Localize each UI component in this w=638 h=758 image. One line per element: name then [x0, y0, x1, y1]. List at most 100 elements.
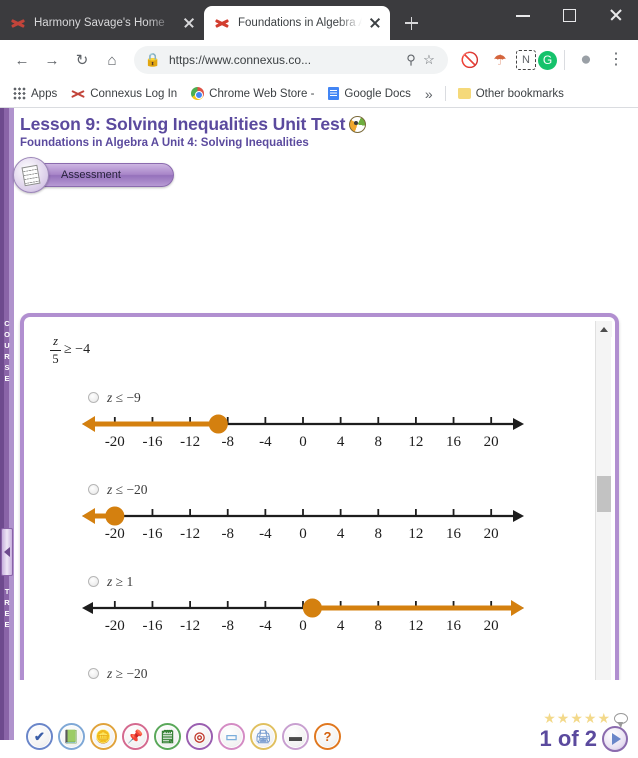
tick-label: 12: [408, 617, 424, 634]
tick-label: 20: [483, 433, 499, 450]
browser-tab-1[interactable]: Harmony Savage's Home: [0, 6, 204, 40]
number-line: -20 -16 -12 -8 -4 0 4 8 12 16 20: [78, 590, 548, 648]
bookmark-label: Other bookmarks: [475, 87, 564, 100]
document-icon: [13, 157, 49, 193]
answer-option[interactable]: z ≥ 1 -20 -16 -12 -8 -4 0 4 8 12 16 20: [50, 574, 595, 648]
tick-label: -16: [142, 525, 163, 542]
tick-label: -4: [259, 617, 272, 634]
grammarly-icon[interactable]: G: [538, 50, 557, 70]
chrome-icon: [191, 87, 205, 100]
bookmark-chrome-web-store[interactable]: Chrome Web Store -: [186, 85, 319, 102]
help-icon[interactable]: ?: [314, 723, 341, 750]
scroll-up-button[interactable]: [596, 321, 612, 337]
close-icon[interactable]: [180, 14, 198, 32]
number-line-tick-labels: -20 -16 -12 -8 -4 0 4 8 12 16 20: [78, 434, 548, 458]
toolbar-divider: [564, 50, 565, 70]
radio-button[interactable]: [88, 576, 99, 588]
answer-option-header[interactable]: z ≤ −20: [50, 482, 595, 498]
forward-arrow-icon[interactable]: →: [38, 46, 66, 74]
tick-label: -12: [180, 433, 201, 450]
bookmark-google-docs[interactable]: Google Docs: [323, 85, 415, 102]
assessment-button[interactable]: Assessment: [13, 157, 174, 193]
number-line: -20 -16 -12 -8 -4 0 4 8 12 16 20: [78, 498, 548, 556]
tick-label: -20: [104, 525, 125, 542]
question-scroll-area[interactable]: z 5 ≥ −4 z ≤ −9 -20 -16 -12 -8 -4 0 4 8 12 16 20 z ≤…: [28, 321, 595, 738]
radio-button[interactable]: [88, 668, 99, 680]
vertical-scroll-thumb[interactable]: [597, 476, 611, 512]
address-bar[interactable]: 🔒 https://www.connexus.co... ⚲ ☆: [134, 46, 448, 74]
lesson-title-text: Lesson 9: Solving Inequalities Unit Test: [20, 114, 346, 134]
rating-stars[interactable]: ★ ★ ★ ★ ★: [540, 711, 628, 728]
star-icon[interactable]: ★: [597, 711, 610, 725]
coins-icon[interactable]: 🪙: [90, 723, 117, 750]
fraction: z 5: [50, 334, 61, 366]
bookmark-other-bookmarks[interactable]: Other bookmarks: [453, 86, 569, 102]
pager-area: ★ ★ ★ ★ ★ 1 of 2: [540, 711, 628, 752]
answer-option[interactable]: z ≤ −20 -20 -16 -12 -8 -4 0 4 8 12 16 20: [50, 482, 595, 556]
page-indicator-row: 1 of 2: [540, 726, 628, 752]
minimize-button[interactable]: [500, 0, 546, 30]
bookmark-label: Chrome Web Store -: [209, 87, 315, 100]
course-tree-rail[interactable]: COURSE TREE: [0, 108, 14, 738]
star-icon[interactable]: ★: [543, 711, 556, 725]
notes-icon[interactable]: 🗒: [154, 723, 181, 750]
course-tree-label-top: COURSE: [4, 319, 10, 383]
close-icon[interactable]: [366, 14, 384, 32]
tick-label: -20: [104, 433, 125, 450]
vertical-scrollbar[interactable]: [595, 321, 612, 738]
reload-icon[interactable]: ↻: [68, 46, 96, 74]
back-arrow-icon[interactable]: ←: [8, 46, 36, 74]
avatar-icon[interactable]: ●: [572, 46, 600, 74]
collapse-arrow-icon[interactable]: [1, 528, 13, 576]
notability-icon[interactable]: N: [516, 50, 536, 70]
tick-label: 0: [299, 525, 307, 542]
pushpin-icon[interactable]: 📌: [122, 723, 149, 750]
speech-bubble-icon[interactable]: [614, 712, 628, 728]
star-outline-icon[interactable]: ☆: [420, 51, 438, 69]
number-line-tick-labels: -20 -16 -12 -8 -4 0 4 8 12 16 20: [78, 618, 548, 642]
printer-icon[interactable]: 🖨: [250, 723, 277, 750]
chrome-extension-icon[interactable]: ☂: [486, 46, 514, 74]
scanner-icon[interactable]: ▬: [282, 723, 309, 750]
answer-option-label: z ≤ −20: [107, 481, 148, 497]
maximize-button[interactable]: [546, 0, 592, 30]
bookmarks-overflow-button[interactable]: »: [420, 86, 438, 102]
connexus-x-icon: [71, 87, 85, 101]
key-icon[interactable]: ⚲: [402, 51, 420, 69]
target-icon[interactable]: ◎: [186, 723, 213, 750]
bookmark-apps[interactable]: Apps: [8, 85, 62, 102]
notebook-icon[interactable]: 📗: [58, 723, 85, 750]
answer-option-header[interactable]: z ≤ −9: [50, 390, 595, 406]
window-controls: [500, 0, 638, 30]
block-icon[interactable]: 🚫: [456, 46, 484, 74]
answer-option-header[interactable]: z ≥ 1: [50, 574, 595, 590]
checkmark-icon[interactable]: ✔: [26, 723, 53, 750]
bottom-rail: [0, 680, 14, 740]
radio-button[interactable]: [88, 392, 99, 404]
question-frame: z 5 ≥ −4 z ≤ −9 -20 -16 -12 -8 -4 0 4 8 12 16 20 z ≤…: [20, 313, 619, 738]
browser-tab-2[interactable]: Foundations in Algebra A:: [204, 6, 390, 40]
tick-label: 20: [483, 617, 499, 634]
home-icon[interactable]: ⌂: [98, 46, 126, 74]
connexus-page: COURSE TREE Lesson 9: Solving Inequaliti…: [0, 108, 638, 738]
next-arrow-icon[interactable]: [602, 726, 628, 752]
tick-label: 4: [336, 433, 345, 450]
tick-label: 16: [446, 433, 462, 450]
new-tab-button[interactable]: [397, 9, 425, 37]
star-icon[interactable]: ★: [584, 711, 597, 725]
answer-option[interactable]: z ≤ −9 -20 -16 -12 -8 -4 0 4 8 12 16 20: [50, 390, 595, 464]
browser-toolbar: ← → ↻ ⌂ 🔒 https://www.connexus.co... ⚲ ☆…: [0, 40, 638, 80]
three-dot-menu-icon[interactable]: ⋮: [602, 46, 630, 74]
monitor-icon[interactable]: ▭: [218, 723, 245, 750]
star-icon[interactable]: ★: [570, 711, 583, 725]
folder-icon: [457, 88, 471, 99]
tick-label: 8: [374, 525, 383, 542]
tick-label: -8: [221, 433, 234, 450]
star-icon[interactable]: ★: [557, 711, 570, 725]
tab-title: Harmony Savage's Home: [34, 17, 165, 29]
bookmark-connexus-login[interactable]: Connexus Log In: [66, 85, 182, 103]
radio-button[interactable]: [88, 484, 99, 496]
bookmark-label: Google Docs: [344, 87, 411, 100]
window-close-button[interactable]: [592, 0, 638, 30]
browser-tabstrip: Harmony Savage's Home Foundations in Alg…: [0, 0, 638, 40]
